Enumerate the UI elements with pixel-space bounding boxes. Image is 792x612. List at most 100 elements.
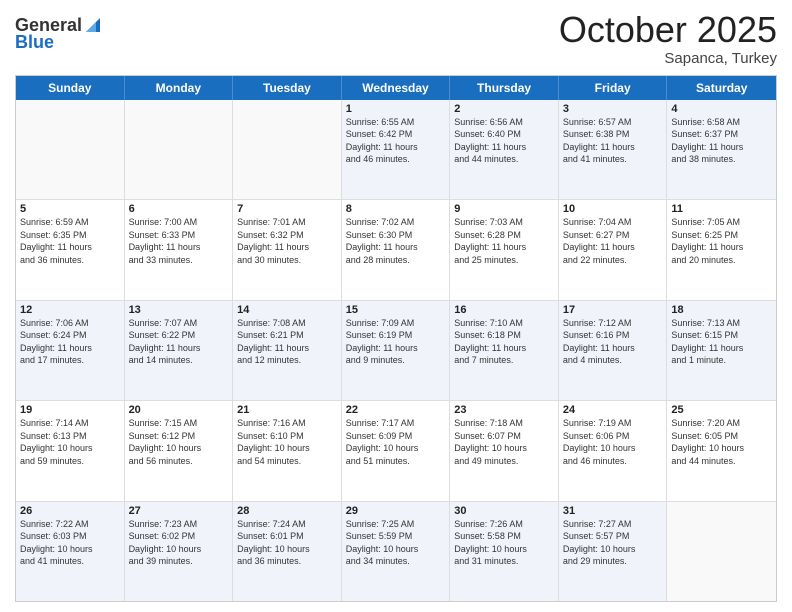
calendar: SundayMondayTuesdayWednesdayThursdayFrid… bbox=[15, 75, 777, 602]
day-number: 5 bbox=[20, 203, 120, 215]
day-header-thursday: Thursday bbox=[450, 76, 559, 100]
day-info: Sunrise: 7:02 AM Sunset: 6:30 PM Dayligh… bbox=[346, 216, 446, 266]
day-info: Sunrise: 7:25 AM Sunset: 5:59 PM Dayligh… bbox=[346, 518, 446, 568]
day-cell-16: 16Sunrise: 7:10 AM Sunset: 6:18 PM Dayli… bbox=[450, 301, 559, 400]
calendar-row-3: 12Sunrise: 7:06 AM Sunset: 6:24 PM Dayli… bbox=[16, 301, 776, 401]
day-number: 31 bbox=[563, 505, 663, 517]
day-cell-18: 18Sunrise: 7:13 AM Sunset: 6:15 PM Dayli… bbox=[667, 301, 776, 400]
calendar-header: SundayMondayTuesdayWednesdayThursdayFrid… bbox=[16, 76, 776, 100]
day-number: 30 bbox=[454, 505, 554, 517]
day-cell-20: 20Sunrise: 7:15 AM Sunset: 6:12 PM Dayli… bbox=[125, 401, 234, 500]
day-info: Sunrise: 7:22 AM Sunset: 6:03 PM Dayligh… bbox=[20, 518, 120, 568]
day-number: 21 bbox=[237, 404, 337, 416]
day-cell-1: 1Sunrise: 6:55 AM Sunset: 6:42 PM Daylig… bbox=[342, 100, 451, 199]
day-info: Sunrise: 7:06 AM Sunset: 6:24 PM Dayligh… bbox=[20, 317, 120, 367]
day-header-sunday: Sunday bbox=[16, 76, 125, 100]
day-header-monday: Monday bbox=[125, 76, 234, 100]
day-info: Sunrise: 7:23 AM Sunset: 6:02 PM Dayligh… bbox=[129, 518, 229, 568]
calendar-row-2: 5Sunrise: 6:59 AM Sunset: 6:35 PM Daylig… bbox=[16, 200, 776, 300]
day-number: 1 bbox=[346, 103, 446, 115]
day-number: 27 bbox=[129, 505, 229, 517]
day-number: 6 bbox=[129, 203, 229, 215]
day-cell-11: 11Sunrise: 7:05 AM Sunset: 6:25 PM Dayli… bbox=[667, 200, 776, 299]
day-info: Sunrise: 7:26 AM Sunset: 5:58 PM Dayligh… bbox=[454, 518, 554, 568]
logo-text: General Blue bbox=[15, 14, 104, 53]
day-header-friday: Friday bbox=[559, 76, 668, 100]
day-info: Sunrise: 6:58 AM Sunset: 6:37 PM Dayligh… bbox=[671, 116, 772, 166]
day-header-wednesday: Wednesday bbox=[342, 76, 451, 100]
day-cell-28: 28Sunrise: 7:24 AM Sunset: 6:01 PM Dayli… bbox=[233, 502, 342, 601]
day-info: Sunrise: 7:16 AM Sunset: 6:10 PM Dayligh… bbox=[237, 417, 337, 467]
day-number: 10 bbox=[563, 203, 663, 215]
day-info: Sunrise: 7:14 AM Sunset: 6:13 PM Dayligh… bbox=[20, 417, 120, 467]
day-info: Sunrise: 7:08 AM Sunset: 6:21 PM Dayligh… bbox=[237, 317, 337, 367]
empty-cell bbox=[233, 100, 342, 199]
day-number: 11 bbox=[671, 203, 772, 215]
day-cell-10: 10Sunrise: 7:04 AM Sunset: 6:27 PM Dayli… bbox=[559, 200, 668, 299]
day-info: Sunrise: 7:18 AM Sunset: 6:07 PM Dayligh… bbox=[454, 417, 554, 467]
empty-cell bbox=[16, 100, 125, 199]
day-cell-3: 3Sunrise: 6:57 AM Sunset: 6:38 PM Daylig… bbox=[559, 100, 668, 199]
day-cell-21: 21Sunrise: 7:16 AM Sunset: 6:10 PM Dayli… bbox=[233, 401, 342, 500]
calendar-row-1: 1Sunrise: 6:55 AM Sunset: 6:42 PM Daylig… bbox=[16, 100, 776, 200]
day-info: Sunrise: 7:15 AM Sunset: 6:12 PM Dayligh… bbox=[129, 417, 229, 467]
day-cell-24: 24Sunrise: 7:19 AM Sunset: 6:06 PM Dayli… bbox=[559, 401, 668, 500]
day-cell-14: 14Sunrise: 7:08 AM Sunset: 6:21 PM Dayli… bbox=[233, 301, 342, 400]
day-cell-9: 9Sunrise: 7:03 AM Sunset: 6:28 PM Daylig… bbox=[450, 200, 559, 299]
location-subtitle: Sapanca, Turkey bbox=[559, 50, 777, 67]
day-info: Sunrise: 7:24 AM Sunset: 6:01 PM Dayligh… bbox=[237, 518, 337, 568]
day-number: 20 bbox=[129, 404, 229, 416]
day-number: 7 bbox=[237, 203, 337, 215]
day-info: Sunrise: 7:12 AM Sunset: 6:16 PM Dayligh… bbox=[563, 317, 663, 367]
day-header-saturday: Saturday bbox=[667, 76, 776, 100]
day-info: Sunrise: 6:56 AM Sunset: 6:40 PM Dayligh… bbox=[454, 116, 554, 166]
day-info: Sunrise: 7:10 AM Sunset: 6:18 PM Dayligh… bbox=[454, 317, 554, 367]
day-cell-12: 12Sunrise: 7:06 AM Sunset: 6:24 PM Dayli… bbox=[16, 301, 125, 400]
day-number: 22 bbox=[346, 404, 446, 416]
day-cell-2: 2Sunrise: 6:56 AM Sunset: 6:40 PM Daylig… bbox=[450, 100, 559, 199]
day-number: 23 bbox=[454, 404, 554, 416]
day-cell-26: 26Sunrise: 7:22 AM Sunset: 6:03 PM Dayli… bbox=[16, 502, 125, 601]
logo-icon bbox=[82, 14, 104, 36]
empty-cell bbox=[667, 502, 776, 601]
day-number: 18 bbox=[671, 304, 772, 316]
day-info: Sunrise: 7:09 AM Sunset: 6:19 PM Dayligh… bbox=[346, 317, 446, 367]
page: General Blue October 2025 Sapanca, Turke… bbox=[0, 0, 792, 612]
day-number: 19 bbox=[20, 404, 120, 416]
day-info: Sunrise: 7:00 AM Sunset: 6:33 PM Dayligh… bbox=[129, 216, 229, 266]
day-info: Sunrise: 6:55 AM Sunset: 6:42 PM Dayligh… bbox=[346, 116, 446, 166]
calendar-body: 1Sunrise: 6:55 AM Sunset: 6:42 PM Daylig… bbox=[16, 100, 776, 601]
header: General Blue October 2025 Sapanca, Turke… bbox=[15, 10, 777, 67]
day-info: Sunrise: 7:20 AM Sunset: 6:05 PM Dayligh… bbox=[671, 417, 772, 467]
day-number: 9 bbox=[454, 203, 554, 215]
day-number: 2 bbox=[454, 103, 554, 115]
day-cell-22: 22Sunrise: 7:17 AM Sunset: 6:09 PM Dayli… bbox=[342, 401, 451, 500]
day-number: 8 bbox=[346, 203, 446, 215]
day-info: Sunrise: 7:05 AM Sunset: 6:25 PM Dayligh… bbox=[671, 216, 772, 266]
day-info: Sunrise: 6:57 AM Sunset: 6:38 PM Dayligh… bbox=[563, 116, 663, 166]
day-number: 13 bbox=[129, 304, 229, 316]
day-info: Sunrise: 7:13 AM Sunset: 6:15 PM Dayligh… bbox=[671, 317, 772, 367]
day-cell-5: 5Sunrise: 6:59 AM Sunset: 6:35 PM Daylig… bbox=[16, 200, 125, 299]
day-info: Sunrise: 7:04 AM Sunset: 6:27 PM Dayligh… bbox=[563, 216, 663, 266]
calendar-row-5: 26Sunrise: 7:22 AM Sunset: 6:03 PM Dayli… bbox=[16, 502, 776, 601]
day-info: Sunrise: 7:07 AM Sunset: 6:22 PM Dayligh… bbox=[129, 317, 229, 367]
empty-cell bbox=[125, 100, 234, 199]
day-cell-13: 13Sunrise: 7:07 AM Sunset: 6:22 PM Dayli… bbox=[125, 301, 234, 400]
day-header-tuesday: Tuesday bbox=[233, 76, 342, 100]
day-cell-7: 7Sunrise: 7:01 AM Sunset: 6:32 PM Daylig… bbox=[233, 200, 342, 299]
day-number: 25 bbox=[671, 404, 772, 416]
month-title: October 2025 bbox=[559, 10, 777, 50]
logo: General Blue bbox=[15, 14, 104, 53]
day-number: 4 bbox=[671, 103, 772, 115]
day-cell-19: 19Sunrise: 7:14 AM Sunset: 6:13 PM Dayli… bbox=[16, 401, 125, 500]
day-cell-30: 30Sunrise: 7:26 AM Sunset: 5:58 PM Dayli… bbox=[450, 502, 559, 601]
day-number: 24 bbox=[563, 404, 663, 416]
day-number: 29 bbox=[346, 505, 446, 517]
day-number: 16 bbox=[454, 304, 554, 316]
day-cell-27: 27Sunrise: 7:23 AM Sunset: 6:02 PM Dayli… bbox=[125, 502, 234, 601]
day-number: 15 bbox=[346, 304, 446, 316]
day-cell-4: 4Sunrise: 6:58 AM Sunset: 6:37 PM Daylig… bbox=[667, 100, 776, 199]
day-info: Sunrise: 7:19 AM Sunset: 6:06 PM Dayligh… bbox=[563, 417, 663, 467]
day-cell-23: 23Sunrise: 7:18 AM Sunset: 6:07 PM Dayli… bbox=[450, 401, 559, 500]
